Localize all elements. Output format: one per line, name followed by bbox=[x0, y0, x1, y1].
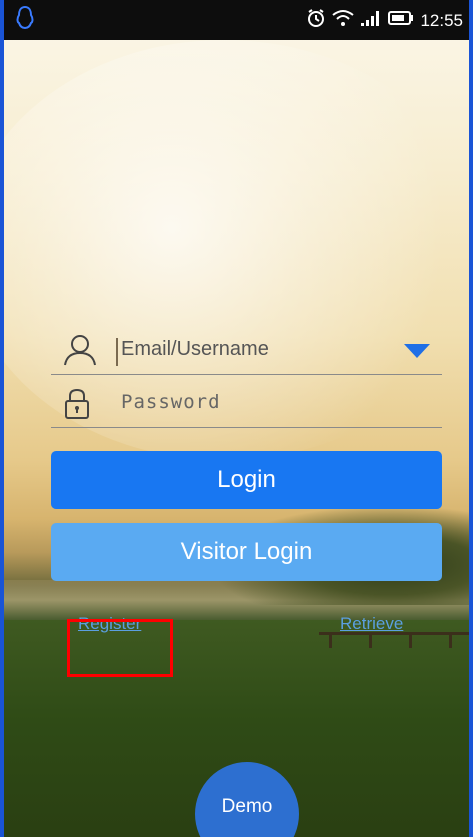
demo-label: Demo bbox=[221, 796, 273, 817]
password-field[interactable]: Password bbox=[51, 379, 442, 428]
login-screen: 12:55 Email/Username Password Login Visi… bbox=[0, 0, 473, 837]
battery-icon bbox=[388, 10, 414, 31]
password-input[interactable]: Password bbox=[121, 391, 221, 413]
background-fence bbox=[319, 632, 469, 649]
status-time: 12:55 bbox=[420, 10, 463, 30]
username-input[interactable]: Email/Username bbox=[121, 338, 269, 361]
retrieve-link[interactable]: Retrieve bbox=[340, 614, 403, 634]
login-button[interactable]: Login bbox=[51, 451, 442, 509]
dropdown-arrow-icon[interactable] bbox=[404, 344, 430, 358]
lock-icon bbox=[63, 387, 91, 425]
visitor-login-button[interactable]: Visitor Login bbox=[51, 523, 442, 581]
wifi-icon bbox=[332, 9, 355, 32]
signal-icon bbox=[360, 9, 382, 32]
username-field[interactable]: Email/Username bbox=[51, 326, 442, 375]
alarm-icon bbox=[306, 8, 326, 33]
demo-button[interactable]: Demo bbox=[195, 762, 299, 837]
highlight-box bbox=[67, 619, 173, 677]
text-cursor bbox=[116, 338, 118, 366]
user-icon bbox=[63, 334, 97, 370]
status-bar: 12:55 bbox=[4, 0, 469, 40]
qq-penguin-icon bbox=[16, 5, 34, 34]
